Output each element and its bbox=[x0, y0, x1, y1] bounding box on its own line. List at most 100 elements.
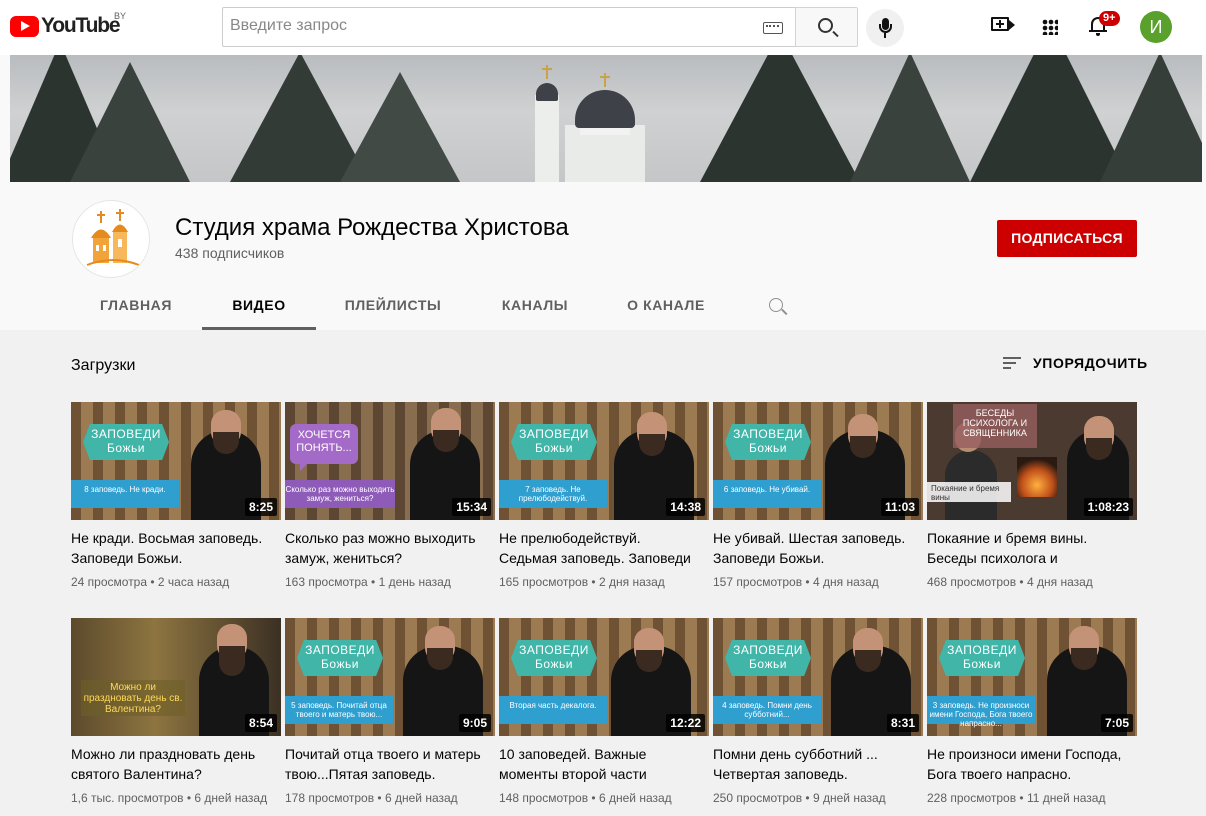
video-thumbnail[interactable]: ЗАПОВЕДИ Божьи 3 заповедь. Не произноси … bbox=[927, 618, 1137, 736]
subscribe-button[interactable]: ПОДПИСАТЬСЯ bbox=[997, 220, 1137, 257]
search-button[interactable] bbox=[795, 7, 858, 47]
video-card[interactable]: ЗАПОВЕДИ Божьи 7 заповедь. Не прелюбодей… bbox=[499, 402, 709, 589]
sort-button[interactable]: УПОРЯДОЧИТЬ bbox=[1003, 355, 1148, 371]
top-bar: YouTube BY Введите запрос 9+ И bbox=[0, 0, 1206, 55]
video-card[interactable]: БЕСЕДЫ ПСИХОЛОГА И СВЯЩЕННИКА Покаяние и… bbox=[927, 402, 1137, 589]
video-meta: 250 просмотров • 9 дней назад bbox=[713, 791, 886, 805]
thumbnail-overlay-label: Можно ли праздновать день св. Валентина? bbox=[81, 680, 185, 716]
notifications-badge: 9+ bbox=[1099, 11, 1120, 26]
video-thumbnail[interactable]: ЗАПОВЕДИ Божьи 4 заповедь. Помни день су… bbox=[713, 618, 923, 736]
video-title[interactable]: Можно ли праздновать день святого Валент… bbox=[71, 744, 271, 784]
channel-avatar[interactable] bbox=[72, 200, 150, 278]
keyboard-icon[interactable] bbox=[763, 22, 783, 34]
video-duration: 15:34 bbox=[452, 498, 491, 516]
video-title[interactable]: Почитай отца твоего и матерь твою...Пята… bbox=[285, 744, 485, 784]
video-duration: 8:25 bbox=[244, 498, 277, 516]
video-title[interactable]: Покаяние и бремя вины. Беседы психолога … bbox=[927, 528, 1127, 568]
thumbnail-caption: 7 заповедь. Не прелюбодействуй. bbox=[499, 480, 607, 508]
video-thumbnail[interactable]: ЗАПОВЕДИ Божьи Вторая часть декалога. 12… bbox=[499, 618, 709, 736]
view-count: 148 просмотров bbox=[499, 791, 589, 805]
video-meta: 468 просмотров • 4 дня назад bbox=[927, 575, 1093, 589]
video-title[interactable]: 10 заповедей. Важные моменты второй част… bbox=[499, 744, 699, 784]
channel-name: Студия храма Рождества Христова bbox=[175, 214, 569, 241]
video-title[interactable]: Не кради. Восьмая заповедь. Заповеди Бож… bbox=[71, 528, 271, 568]
apps-grid-icon[interactable] bbox=[1042, 19, 1058, 35]
thumbnail-overlay-label: ЗАПОВЕДИ Божьи bbox=[725, 640, 811, 676]
upload-age: 9 дней назад bbox=[812, 791, 886, 805]
section-title: Загрузки bbox=[71, 357, 136, 374]
view-count: 250 просмотров bbox=[713, 791, 803, 805]
view-count: 468 просмотров bbox=[927, 575, 1017, 589]
video-title[interactable]: Не убивай. Шестая заповедь. Заповеди Бож… bbox=[713, 528, 913, 568]
video-duration: 12:22 bbox=[666, 714, 705, 732]
video-thumbnail[interactable]: ХОЧЕТСЯ ПОНЯТЬ... Сколько раз можно выхо… bbox=[285, 402, 495, 520]
voice-search-button[interactable] bbox=[866, 9, 904, 47]
video-meta: 1,6 тыс. просмотров • 6 дней назад bbox=[71, 791, 268, 805]
video-meta: 178 просмотров • 6 дней назад bbox=[285, 791, 458, 805]
view-count: 228 просмотров bbox=[927, 791, 1017, 805]
thumbnail-overlay-label: ЗАПОВЕДИ Божьи bbox=[83, 424, 169, 460]
video-card[interactable]: ЗАПОВЕДИ Божьи Вторая часть декалога. 12… bbox=[499, 618, 709, 805]
view-count: 1,6 тыс. просмотров bbox=[71, 791, 184, 805]
thumbnail-overlay-label: ЗАПОВЕДИ Божьи bbox=[297, 640, 383, 676]
channel-tabs: ГЛАВНАЯ ВИДЕО ПЛЕЙЛИСТЫ КАНАЛЫ О КАНАЛЕ bbox=[0, 282, 1206, 330]
thumbnail-caption: Покаяние и бремя вины bbox=[927, 482, 1011, 502]
video-title[interactable]: Не прелюбодействуй. Седьмая заповедь. За… bbox=[499, 528, 699, 568]
video-thumbnail[interactable]: Можно ли праздновать день св. Валентина?… bbox=[71, 618, 281, 736]
video-card[interactable]: ЗАПОВЕДИ Божьи 4 заповедь. Помни день су… bbox=[713, 618, 923, 805]
sort-label: УПОРЯДОЧИТЬ bbox=[1033, 355, 1148, 371]
video-meta: 157 просмотров • 4 дня назад bbox=[713, 575, 879, 589]
video-duration: 14:38 bbox=[666, 498, 705, 516]
channel-search-icon[interactable] bbox=[769, 298, 783, 312]
thumbnail-caption: 3 заповедь. Не произноси имени Господа, … bbox=[927, 696, 1035, 728]
tab-about[interactable]: О КАНАЛЕ bbox=[620, 282, 712, 330]
youtube-play-icon bbox=[10, 15, 39, 37]
tab-videos[interactable]: ВИДЕО bbox=[202, 282, 316, 330]
tab-channels[interactable]: КАНАЛЫ bbox=[493, 282, 577, 330]
thumbnail-overlay-label: ХОЧЕТСЯ ПОНЯТЬ... bbox=[290, 424, 358, 471]
video-duration: 8:54 bbox=[244, 714, 277, 732]
video-meta: 163 просмотра • 1 день назад bbox=[285, 575, 451, 589]
account-avatar[interactable]: И bbox=[1140, 11, 1172, 43]
video-thumbnail[interactable]: БЕСЕДЫ ПСИХОЛОГА И СВЯЩЕННИКА Покаяние и… bbox=[927, 402, 1137, 520]
search-input[interactable]: Введите запрос bbox=[230, 17, 347, 35]
youtube-logo[interactable]: YouTube BY bbox=[10, 11, 126, 38]
thumbnail-overlay-label: ЗАПОВЕДИ Божьи bbox=[939, 640, 1025, 676]
view-count: 163 просмотра bbox=[285, 575, 368, 589]
video-thumbnail[interactable]: ЗАПОВЕДИ Божьи 8 заповедь. Не кради. 8:2… bbox=[71, 402, 281, 520]
video-meta: 24 просмотра • 2 часа назад bbox=[71, 575, 230, 589]
video-card[interactable]: ЗАПОВЕДИ Божьи 8 заповедь. Не кради. 8:2… bbox=[71, 402, 281, 589]
tab-playlists[interactable]: ПЛЕЙЛИСТЫ bbox=[338, 282, 448, 330]
video-thumbnail[interactable]: ЗАПОВЕДИ Божьи 5 заповедь. Почитай отца … bbox=[285, 618, 495, 736]
video-title[interactable]: Не произноси имени Господа, Бога твоего … bbox=[927, 744, 1127, 784]
video-title[interactable]: Сколько раз можно выходить замуж, женить… bbox=[285, 528, 485, 568]
view-count: 165 просмотров bbox=[499, 575, 589, 589]
video-duration: 8:31 bbox=[886, 714, 919, 732]
sort-icon bbox=[1003, 356, 1021, 370]
thumbnail-caption: 6 заповедь. Не убивай. bbox=[713, 480, 821, 508]
upload-age: 2 часа назад bbox=[157, 575, 230, 589]
view-count: 157 просмотров bbox=[713, 575, 803, 589]
video-card[interactable]: ЗАПОВЕДИ Божьи 6 заповедь. Не убивай. 11… bbox=[713, 402, 923, 589]
video-card[interactable]: ЗАПОВЕДИ Божьи 3 заповедь. Не произноси … bbox=[927, 618, 1137, 805]
search-box[interactable]: Введите запрос bbox=[222, 7, 795, 47]
upload-age: 6 дней назад bbox=[194, 791, 268, 805]
video-title[interactable]: Помни день субботний ... Четвертая запов… bbox=[713, 744, 913, 784]
video-duration: 1:08:23 bbox=[1083, 498, 1133, 516]
video-card[interactable]: Можно ли праздновать день св. Валентина?… bbox=[71, 618, 281, 805]
video-thumbnail[interactable]: ЗАПОВЕДИ Божьи 7 заповедь. Не прелюбодей… bbox=[499, 402, 709, 520]
video-thumbnail[interactable]: ЗАПОВЕДИ Божьи 6 заповедь. Не убивай. 11… bbox=[713, 402, 923, 520]
thumbnail-overlay-label: ЗАПОВЕДИ Божьи bbox=[511, 640, 597, 676]
video-card[interactable]: ХОЧЕТСЯ ПОНЯТЬ... Сколько раз можно выхо… bbox=[285, 402, 495, 589]
upload-age: 4 дня назад bbox=[1026, 575, 1093, 589]
logo-text: YouTube bbox=[41, 14, 121, 37]
upload-age: 11 дней назад bbox=[1026, 791, 1106, 805]
view-count: 24 просмотра bbox=[71, 575, 148, 589]
upload-age: 6 дней назад bbox=[384, 791, 458, 805]
tab-home[interactable]: ГЛАВНАЯ bbox=[96, 282, 176, 330]
video-card[interactable]: ЗАПОВЕДИ Божьи 5 заповедь. Почитай отца … bbox=[285, 618, 495, 805]
upload-age: 4 дня назад bbox=[812, 575, 879, 589]
view-count: 178 просмотров bbox=[285, 791, 375, 805]
thumbnail-overlay-label: ЗАПОВЕДИ Божьи bbox=[511, 424, 597, 460]
video-meta: 148 просмотров • 6 дней назад bbox=[499, 791, 672, 805]
